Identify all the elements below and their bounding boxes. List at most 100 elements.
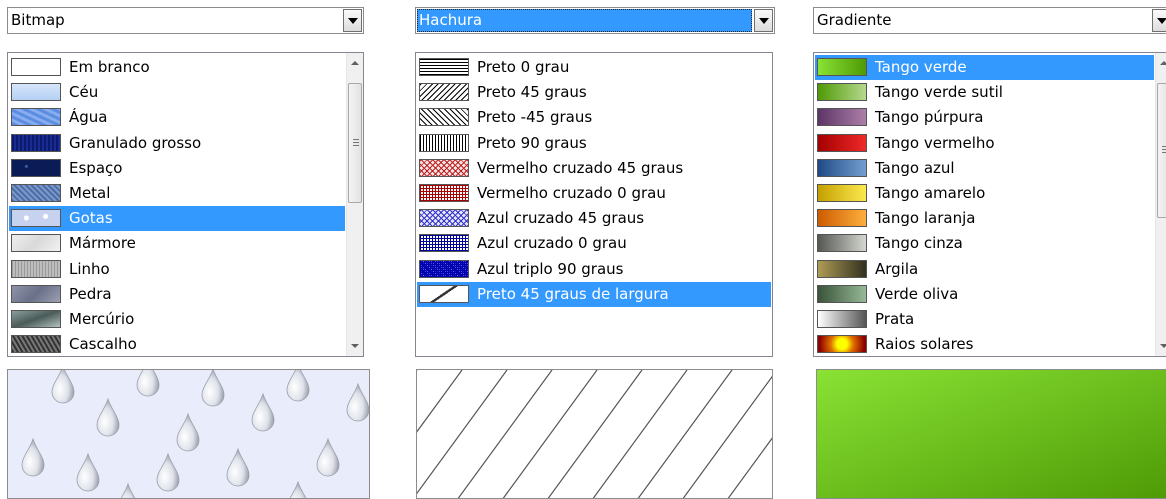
list-item-label: Tango azul <box>875 158 955 177</box>
list-item-label: Preto 90 graus <box>477 133 587 152</box>
hatch-list[interactable]: Preto 0 grau Preto 45 graus Preto -45 grau… <box>415 52 773 357</box>
list-item[interactable]: Vermelho cruzado 45 graus <box>417 156 771 181</box>
scroll-down-icon[interactable] <box>1160 344 1166 348</box>
list-item[interactable]: Preto 0 grau <box>417 55 771 80</box>
hatch-type-combo[interactable]: Hachura <box>415 7 775 34</box>
gradient-swatch-icon <box>817 209 867 228</box>
list-item[interactable]: Cascalho <box>9 332 345 356</box>
scroll-thumb[interactable] <box>348 83 362 203</box>
gradient-swatch-icon <box>817 183 867 202</box>
vertical-scrollbar[interactable] <box>346 53 363 356</box>
list-item[interactable]: Espaço <box>9 156 345 181</box>
coarse-grain-swatch-icon <box>11 133 61 152</box>
drops-swatch-icon <box>11 209 61 228</box>
linen-swatch-icon <box>11 259 61 278</box>
blue-cross-45-hatch-icon <box>419 209 469 228</box>
grip-line <box>1162 146 1166 147</box>
gradient-list[interactable]: Tango verde Tango verde sutil Tango púrpur… <box>813 52 1166 357</box>
list-item[interactable]: Tango azul <box>815 156 1154 181</box>
blue-triple-90-hatch-icon <box>419 259 469 278</box>
list-item[interactable]: Argila <box>815 257 1154 282</box>
scroll-down-icon[interactable] <box>351 344 359 348</box>
list-item[interactable]: Metal <box>9 181 345 206</box>
water-drop <box>289 480 307 498</box>
scroll-up-icon[interactable] <box>1160 61 1166 65</box>
scroll-up-icon[interactable] <box>351 61 359 65</box>
hatch-line <box>547 370 643 498</box>
mercury-swatch-icon <box>11 309 61 328</box>
gradient-swatch-icon <box>817 158 867 177</box>
list-item-label: Vermelho cruzado 0 grau <box>477 183 666 202</box>
black-45-wide-hatch-icon <box>419 284 469 303</box>
list-item[interactable]: Vermelho cruzado 0 grau <box>417 181 771 206</box>
water-drop <box>76 452 100 492</box>
bitmap-list-rows: Em branco Céu Água Granulado grosso Espaço Me… <box>9 55 345 356</box>
black-45-hatch-icon <box>419 83 469 102</box>
dropdown-arrow-icon[interactable] <box>1152 9 1166 32</box>
list-item-label: Em branco <box>69 58 150 76</box>
list-item[interactable]: Tango vermelho <box>815 131 1154 156</box>
hatch-line <box>772 370 773 499</box>
sky-swatch-icon <box>11 83 61 102</box>
list-item-label: Preto 0 grau <box>477 58 570 76</box>
list-item[interactable]: Água <box>9 105 345 130</box>
scroll-thumb[interactable] <box>1157 83 1166 218</box>
list-item[interactable]: Céu <box>9 80 345 105</box>
combo-value: Bitmap <box>11 11 65 29</box>
list-item[interactable]: Em branco <box>9 55 345 80</box>
list-item[interactable]: Tango cinza <box>815 231 1154 256</box>
water-drop <box>251 392 275 432</box>
list-item[interactable]: Verde oliva <box>815 282 1154 307</box>
list-item-label: Metal <box>69 183 111 202</box>
list-item[interactable]: Mármore <box>9 231 345 256</box>
list-item[interactable]: Azul cruzado 45 graus <box>417 206 771 231</box>
list-item-label: Céu <box>69 83 99 102</box>
water-drop <box>286 370 310 402</box>
list-item[interactable]: Tango verde sutil <box>815 80 1154 105</box>
bitmap-type-combo[interactable]: Bitmap <box>7 7 364 34</box>
bitmap-list[interactable]: Em branco Céu Água Granulado grosso Espaço Me… <box>7 52 364 357</box>
list-item-label: Azul cruzado 0 grau <box>477 234 627 253</box>
bitmap-preview <box>7 369 370 499</box>
gradient-list-rows: Tango verde Tango verde sutil Tango púrpur… <box>815 55 1154 356</box>
blue-cross-0-hatch-icon <box>419 234 469 253</box>
marble-swatch-icon <box>11 234 61 253</box>
list-item[interactable]: Tango púrpura <box>815 105 1154 130</box>
list-item-label: Preto -45 graus <box>477 108 593 127</box>
list-item[interactable]: Tango verde <box>815 55 1154 81</box>
list-item[interactable]: Preto 45 graus de largura <box>417 281 771 307</box>
vertical-scrollbar[interactable] <box>1155 53 1166 356</box>
list-item[interactable]: Linho <box>9 257 345 282</box>
list-item-label: Raios solares <box>875 335 974 354</box>
list-item[interactable]: Tango amarelo <box>815 181 1154 206</box>
water-drop <box>96 397 120 437</box>
list-item-label: Mercúrio <box>69 309 135 328</box>
water-drop <box>226 447 250 487</box>
stone-swatch-icon <box>11 284 61 303</box>
list-item[interactable]: Tango laranja <box>815 206 1154 231</box>
list-item-label: Água <box>69 108 108 127</box>
list-item[interactable]: Granulado grosso <box>9 131 345 156</box>
list-item-label: Tango púrpura <box>875 108 984 127</box>
list-item[interactable]: Raios solares <box>815 332 1154 356</box>
list-item[interactable]: Gotas <box>9 206 345 232</box>
list-item[interactable]: Azul triplo 90 graus <box>417 257 771 282</box>
list-item[interactable]: Preto 45 graus <box>417 80 771 105</box>
gradient-swatch-icon <box>817 259 867 278</box>
dropdown-arrow-icon[interactable] <box>754 9 773 32</box>
list-item-label: Tango vermelho <box>875 133 995 152</box>
gradient-type-combo[interactable]: Gradiente <box>813 7 1166 34</box>
list-item[interactable]: Preto 90 graus <box>417 131 771 156</box>
list-item-label: Mármore <box>69 234 136 253</box>
list-item[interactable]: Pedra <box>9 282 345 307</box>
water-drop <box>201 370 225 407</box>
list-item[interactable]: Mercúrio <box>9 307 345 332</box>
dropdown-arrow-icon[interactable] <box>343 9 362 32</box>
list-item[interactable]: Preto -45 graus <box>417 105 771 130</box>
grip-line <box>353 145 359 146</box>
gravel-swatch-icon <box>11 335 61 354</box>
water-drop <box>21 437 45 477</box>
list-item[interactable]: Prata <box>815 307 1154 332</box>
black-minus45-hatch-icon <box>419 108 469 127</box>
list-item[interactable]: Azul cruzado 0 grau <box>417 231 771 256</box>
